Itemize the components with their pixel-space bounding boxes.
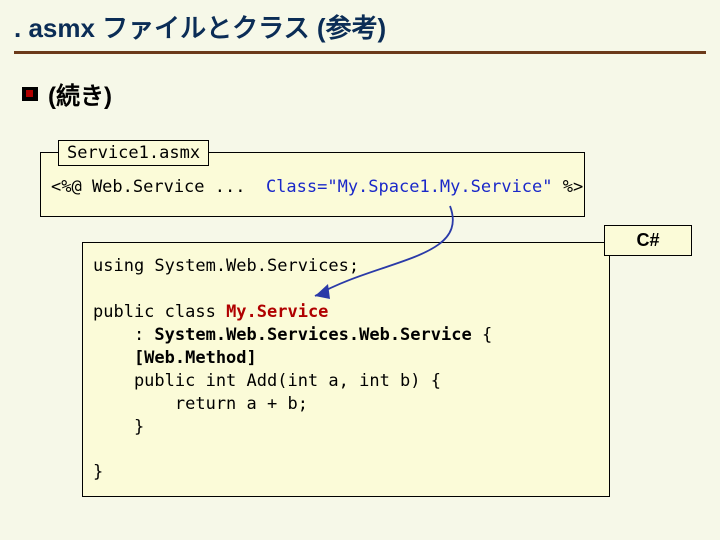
code-line: } bbox=[93, 417, 144, 437]
directive-class-attr: Class="My.Space1.My.Service" bbox=[266, 177, 553, 197]
bullet-icon bbox=[22, 87, 38, 101]
bullet-text: (続き) bbox=[48, 76, 112, 111]
code-line: using System.Web.Services; bbox=[93, 256, 359, 276]
code-line: } bbox=[93, 462, 103, 482]
code-classname: My.Service bbox=[226, 302, 328, 322]
title-bar: . asmx ファイルとクラス (参考) bbox=[0, 0, 720, 49]
csharp-code-box: using System.Web.Services; public class … bbox=[82, 242, 610, 497]
code-line: public class bbox=[93, 302, 226, 322]
directive-suffix: %> bbox=[553, 177, 584, 197]
title-rule bbox=[14, 51, 706, 54]
code-attribute: [Web.Method] bbox=[93, 348, 257, 368]
code-line: public int Add(int a, int b) { bbox=[93, 371, 441, 391]
directive-prefix: <%@ Web.Service ... bbox=[51, 177, 266, 197]
page-title: . asmx ファイルとクラス (参考) bbox=[14, 13, 386, 43]
bullet-row: (続き) bbox=[22, 76, 720, 111]
language-badge: C# bbox=[604, 225, 692, 256]
code-line: return a + b; bbox=[93, 394, 308, 414]
code-line: : bbox=[93, 325, 154, 345]
code-line: { bbox=[472, 325, 492, 345]
code-baseclass: System.Web.Services.Web.Service bbox=[154, 325, 471, 345]
filename-tab: Service1.asmx bbox=[58, 140, 209, 166]
